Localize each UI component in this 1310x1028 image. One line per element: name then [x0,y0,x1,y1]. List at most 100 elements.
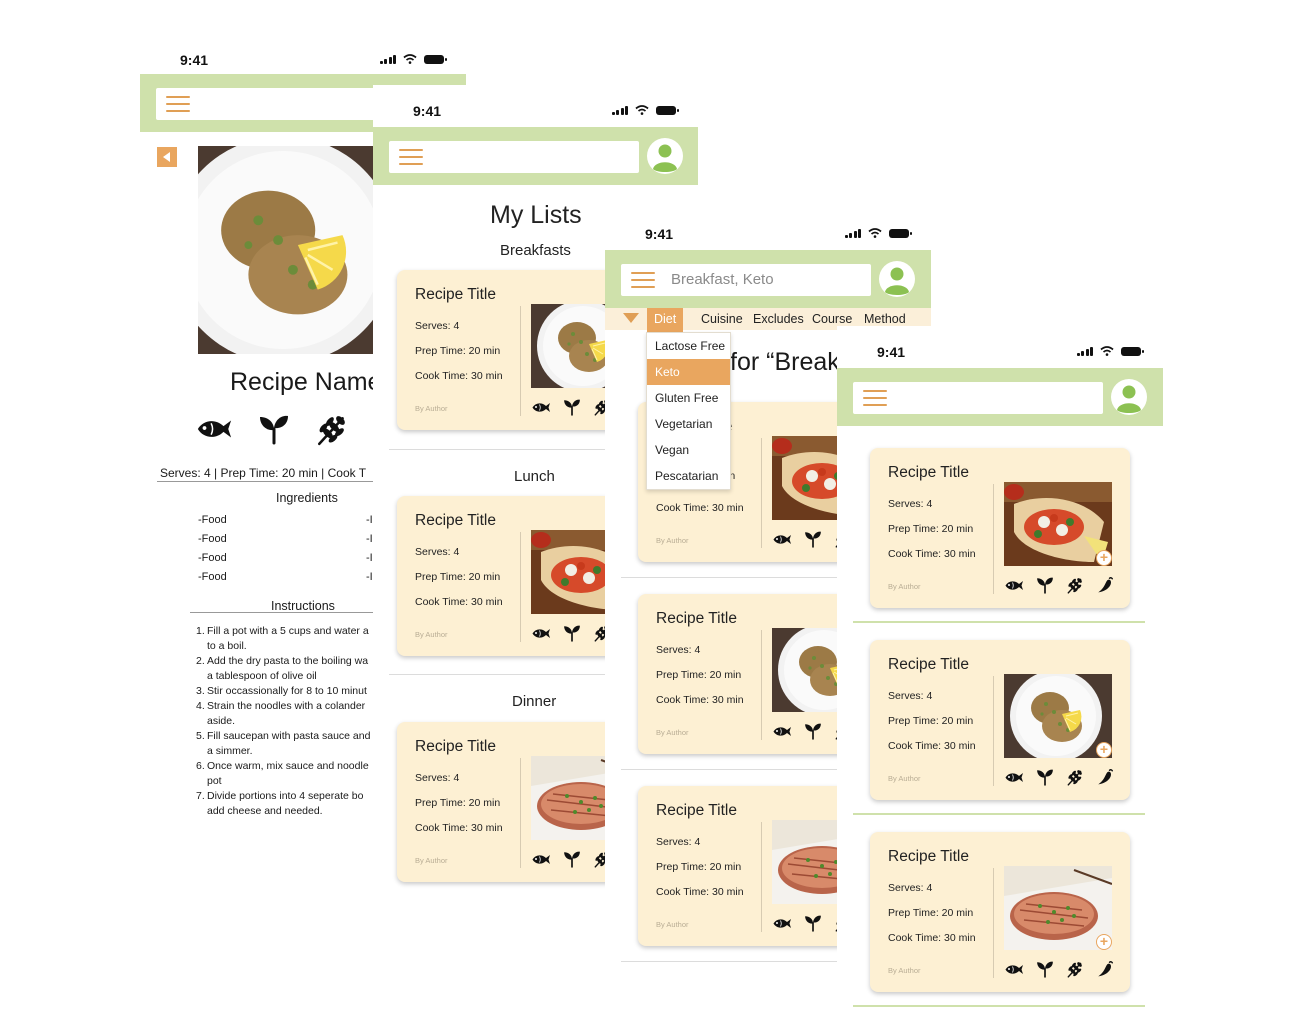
tab-method[interactable]: Method [864,312,906,326]
status-bar: 9:41 [605,208,931,248]
recipe-author: By Author [415,630,448,639]
recipe-title: Recipe Title [415,738,496,755]
recipe-serves: Serves: 4 [656,644,701,656]
recipe-cook-time: Cook Time: 30 min [415,822,503,834]
divider [157,481,387,482]
recipe-prep-time: Prep Time: 20 min [888,523,974,535]
step-text: Fill saucepan with pasta sauce and [207,730,371,742]
list-heading-lunch: Lunch [514,468,555,485]
menu-icon[interactable] [399,149,423,165]
search-query[interactable]: Breakfast, Keto [671,271,774,288]
sprout-icon [257,413,291,445]
recipe-author: By Author [888,966,921,975]
recipe-thumbnail [1004,482,1112,566]
menu-icon[interactable] [166,96,190,112]
recipe-card[interactable]: Recipe Title Serves: 4 Prep Time: 20 min Co… [870,832,1130,992]
tab-excludes[interactable]: Excludes [753,312,804,326]
step-number [196,714,207,729]
recipe-title: Recipe Title [656,802,737,819]
divider [853,1005,1145,1007]
step-text: pot [207,775,222,787]
sprout-icon [1036,960,1054,978]
step-number: 5. [196,730,205,742]
instruction-step: a simmer. [196,744,376,759]
step-number [196,804,207,819]
sprout-icon [563,398,581,416]
status-bar: 9:41 [373,85,698,125]
diet-option[interactable]: Pescatarian [647,463,730,489]
step-number: 3. [196,685,205,697]
add-icon[interactable]: + [1096,550,1112,566]
card-divider [520,306,521,416]
tab-diet[interactable]: Diet [647,308,684,332]
status-time: 9:41 [180,52,209,68]
wifi-icon [868,228,882,238]
step-text: Add the dry pasta to the boiling wa [207,655,369,667]
recipe-card[interactable]: Recipe Title Serves: 4 Prep Time: 20 min Co… [870,640,1130,800]
recipe-serves: Serves: 4 [656,836,701,848]
sprout-icon [563,850,581,868]
search-input[interactable] [853,382,1103,414]
results-screen: 9:41 Recipe Title Serves: 4 Prep Time: 20 … [837,326,1163,1028]
step-text: Strain the noodles with a colander [207,700,366,712]
menu-icon[interactable] [631,272,655,288]
step-number [196,639,207,654]
sprout-icon [1036,576,1054,594]
back-button[interactable] [157,147,177,167]
ingredient-item: -I [366,514,373,526]
instructions-heading: Instructions [271,599,335,613]
diet-option[interactable]: Keto [647,359,730,385]
battery-icon [424,55,447,64]
recipe-card[interactable]: Recipe Title Serves: 4 Prep Time: 20 min Co… [870,448,1130,608]
app-bar [837,368,1163,426]
wifi-icon [1100,346,1114,356]
avatar-icon[interactable] [879,261,915,297]
step-number: 4. [196,700,205,712]
recipe-author: By Author [656,728,689,737]
step-text: a tablespoon of olive oil [207,670,317,682]
sprout-icon [804,530,822,548]
recipe-title: Recipe Title [415,286,496,303]
search-input[interactable] [389,141,639,173]
tab-cuisine[interactable]: Cuisine [701,312,743,326]
recipe-summary: Serves: 4 | Prep Time: 20 min | Cook T [160,466,367,480]
step-number [196,669,207,684]
diet-option[interactable]: Lactose Free [647,333,730,359]
recipe-cook-time: Cook Time: 30 min [656,886,744,898]
menu-icon[interactable] [863,390,887,406]
avatar-icon[interactable] [1111,379,1147,415]
fish-icon [531,627,551,640]
avatar-icon[interactable] [647,138,683,174]
recipe-author: By Author [656,920,689,929]
diet-option[interactable]: Gluten Free [647,385,730,411]
diet-icons [531,398,611,416]
step-number: 6. [196,760,205,772]
signal-icon [379,54,396,64]
recipe-prep-time: Prep Time: 20 min [888,715,974,727]
tab-course[interactable]: Course [812,312,852,326]
add-icon[interactable]: + [1096,742,1112,758]
instruction-step: a tablespoon of olive oil [196,669,376,684]
fish-icon [1004,579,1024,592]
search-input[interactable]: Breakfast, Keto [621,264,871,296]
diet-option[interactable]: Vegan [647,437,730,463]
recipe-thumbnail [1004,674,1112,758]
sprout-icon [1036,768,1054,786]
recipe-serves: Serves: 4 [415,546,460,558]
ingredient-item: -Food [198,514,227,526]
add-icon[interactable]: + [1096,934,1112,950]
instruction-step: 6. Once warm, mix sauce and noodle [196,759,376,774]
recipe-hero-image [198,146,378,354]
ingredient-item: -Food [198,571,227,583]
instructions-list: 1. Fill a pot with a 5 cups and water a to… [196,624,376,819]
divider [853,621,1145,623]
instruction-step: 3. Stir occassionally for 8 to 10 minut [196,684,376,699]
recipe-prep-time: Prep Time: 20 min [415,345,501,357]
filter-icon[interactable] [623,313,639,323]
chili-icon [1096,768,1114,786]
step-text: add cheese and needed. [207,805,323,817]
fish-icon [772,725,792,738]
step-text: Stir occassionally for 8 to 10 minut [207,685,367,697]
status-bar: 9:41 [140,34,466,74]
diet-option[interactable]: Vegetarian [647,411,730,437]
